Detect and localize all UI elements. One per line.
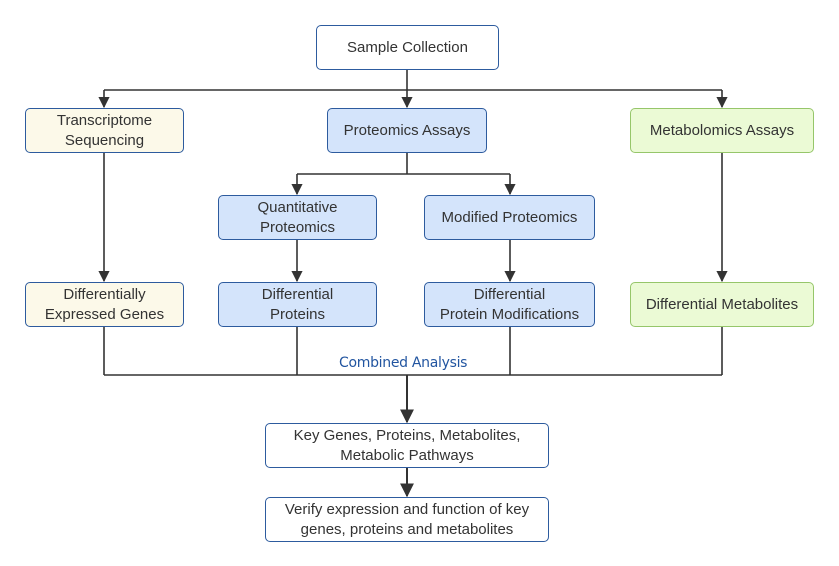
node-differential-proteins[interactable]: Differential Proteins (218, 282, 377, 327)
node-key-items[interactable]: Key Genes, Proteins, Metabolites, Metabo… (265, 423, 549, 468)
node-transcriptome-sequencing[interactable]: Transcriptome Sequencing (25, 108, 184, 153)
node-proteomics-assays[interactable]: Proteomics Assays (327, 108, 487, 153)
node-modified-proteomics[interactable]: Modified Proteomics (424, 195, 595, 240)
label-combined-analysis: Combined Analysis (339, 355, 468, 371)
node-differentially-expressed-genes[interactable]: Differentially Expressed Genes (25, 282, 184, 327)
node-differential-protein-modifications[interactable]: Differential Protein Modifications (424, 282, 595, 327)
node-differential-metabolites[interactable]: Differential Metabolites (630, 282, 814, 327)
node-quantitative-proteomics[interactable]: Quantitative Proteomics (218, 195, 377, 240)
node-sample-collection[interactable]: Sample Collection (316, 25, 499, 70)
node-metabolomics-assays[interactable]: Metabolomics Assays (630, 108, 814, 153)
node-verify[interactable]: Verify expression and function of key ge… (265, 497, 549, 542)
